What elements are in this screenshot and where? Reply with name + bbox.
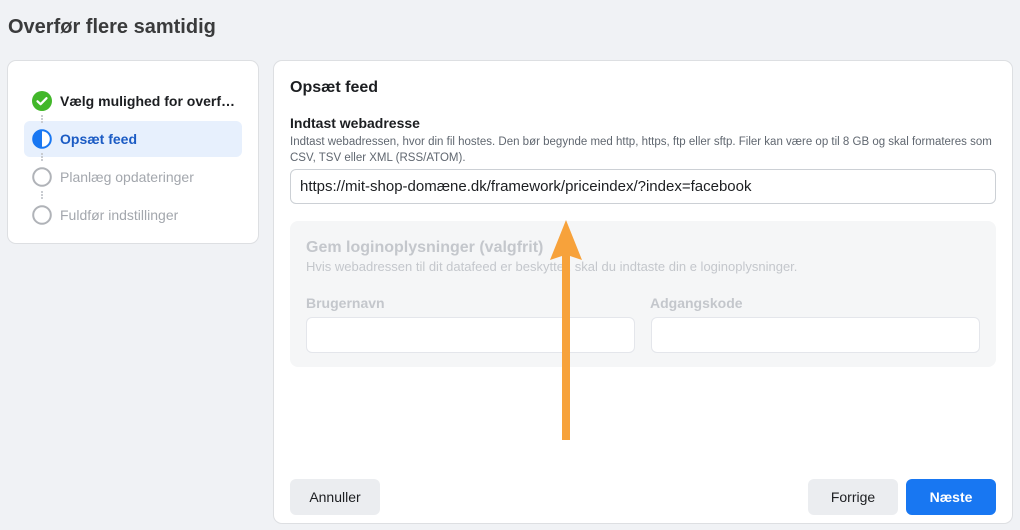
next-button[interactable]: Næste — [906, 479, 996, 515]
step-setup-feed[interactable]: Opsæt feed — [24, 115, 242, 157]
password-input[interactable] — [651, 317, 980, 353]
empty-circle-icon — [32, 167, 52, 187]
url-input[interactable] — [290, 169, 996, 204]
username-label: Brugernavn — [306, 295, 385, 311]
page-title: Overfør flere samtidig — [8, 16, 216, 38]
step-choose-upload-option[interactable]: Vælg mulighed for overførsel — [24, 83, 242, 119]
login-panel-title: Gem loginoplysninger (valgfrit) — [306, 239, 544, 256]
step-connector — [41, 191, 43, 199]
step-complete-settings[interactable]: Fuldfør indstillinger — [24, 191, 242, 233]
step-label: Vælg mulighed for overførsel — [60, 93, 236, 109]
card-title: Opsæt feed — [290, 79, 379, 96]
url-field-label: Indtast webadresse — [290, 115, 420, 131]
step-connector — [41, 153, 43, 161]
step-schedule-updates[interactable]: Planlæg opdateringer — [24, 153, 242, 195]
setup-feed-card: Opsæt feed Indtast webadresse Indtast we… — [274, 61, 1012, 523]
step-label: Planlæg opdateringer — [60, 169, 194, 185]
half-circle-icon — [32, 129, 52, 149]
step-label: Opsæt feed — [60, 131, 138, 147]
cancel-button[interactable]: Annuller — [290, 479, 380, 515]
login-credentials-panel: Gem loginoplysninger (valgfrit) Hvis web… — [290, 221, 996, 367]
annotation-arrow-up-icon — [550, 220, 582, 440]
back-button[interactable]: Forrige — [808, 479, 898, 515]
password-label: Adgangskode — [650, 295, 743, 311]
step-label: Fuldfør indstillinger — [60, 207, 179, 223]
username-input[interactable] — [306, 317, 635, 353]
progress-stepper: Vælg mulighed for overførsel Opsæt feed … — [8, 61, 258, 243]
empty-circle-icon — [32, 205, 52, 225]
url-field-help: Indtast webadressen, hvor din fil hostes… — [290, 136, 992, 164]
check-circle-icon — [32, 91, 52, 111]
step-connector — [41, 115, 43, 123]
